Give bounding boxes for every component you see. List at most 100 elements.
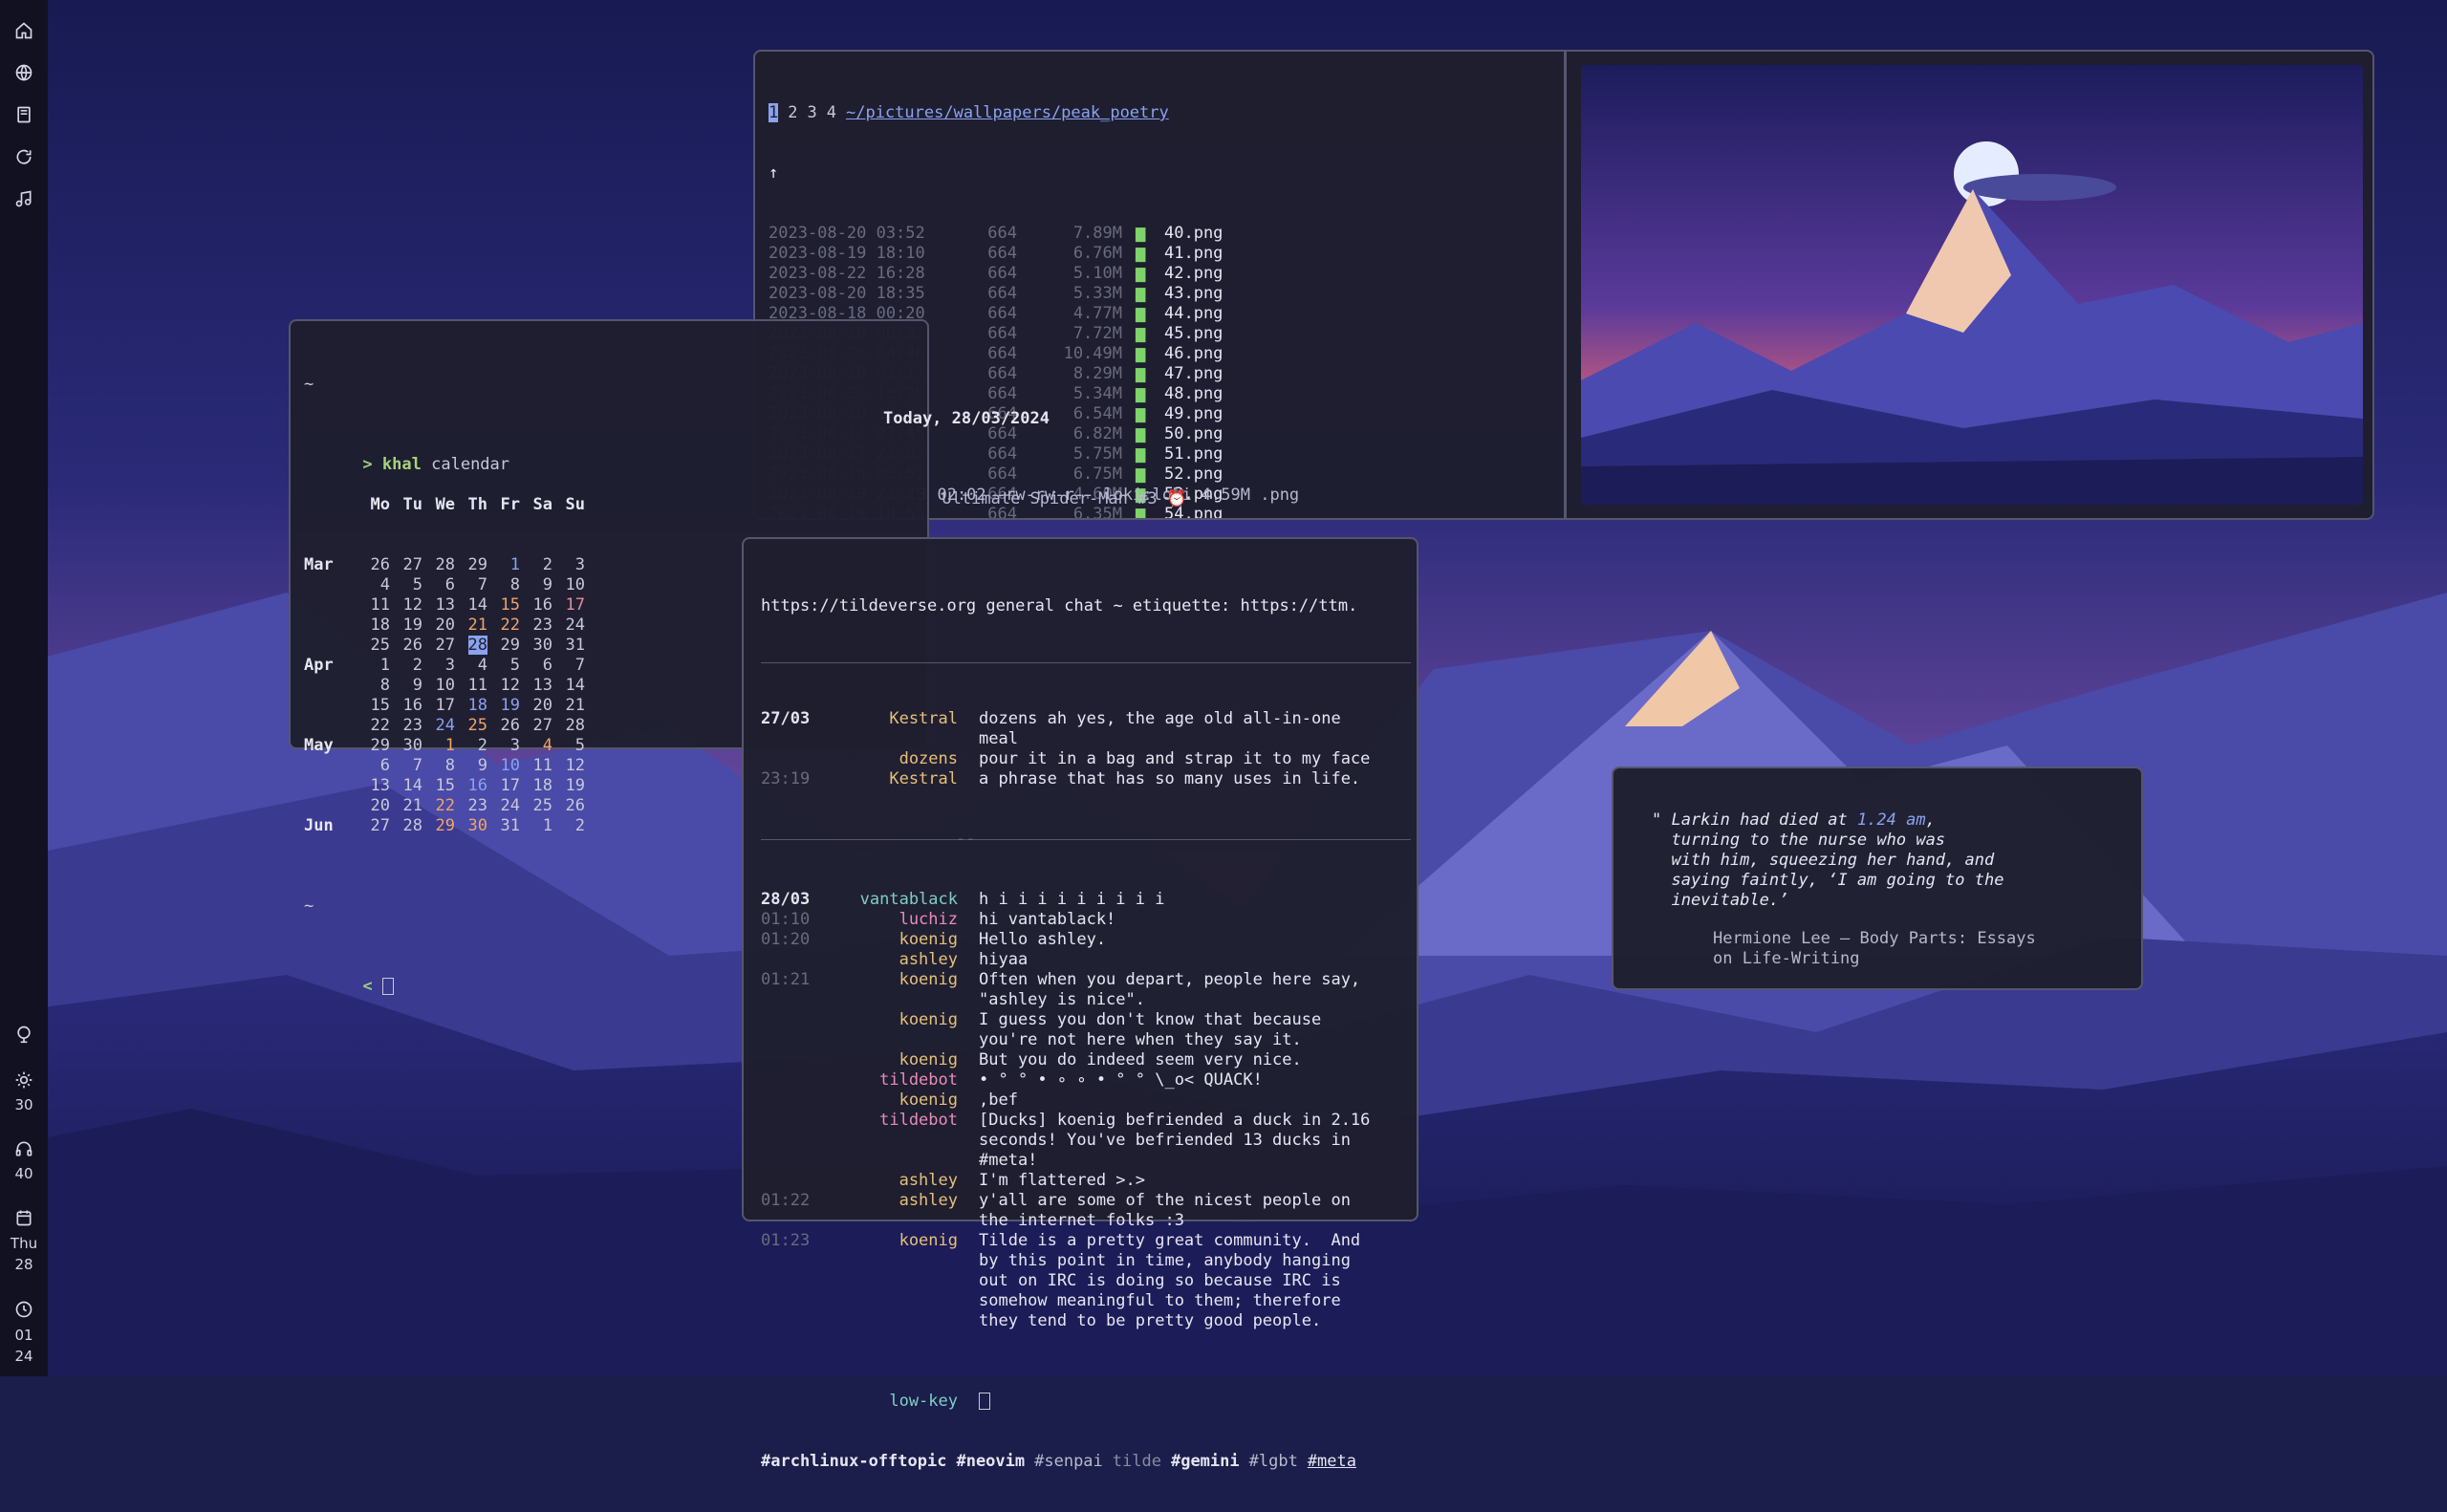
calendar-day[interactable]: 31	[552, 636, 585, 656]
calendar-day[interactable]: 10	[552, 575, 585, 595]
book-icon[interactable]	[12, 103, 35, 126]
calendar-day[interactable]: 3	[487, 736, 520, 756]
home-icon[interactable]	[12, 19, 35, 42]
brightness-icon[interactable]	[12, 1069, 35, 1091]
calendar-day[interactable]: 22	[422, 796, 455, 816]
calendar-day[interactable]: 29	[487, 636, 520, 656]
calendar-day[interactable]: 23	[390, 716, 422, 736]
calendar-day[interactable]: 13	[357, 776, 390, 796]
irc-chat-window[interactable]: https://tildeverse.org general chat ~ et…	[742, 537, 1418, 1471]
calendar-day[interactable]: 3	[552, 555, 585, 575]
calendar-day[interactable]: 29	[422, 816, 455, 836]
calendar-day[interactable]: 9	[520, 575, 552, 595]
calendar-day[interactable]: 7	[455, 575, 487, 595]
calendar-day[interactable]: 5	[390, 575, 422, 595]
calendar-day[interactable]: 2	[390, 656, 422, 676]
calendar-day[interactable]: 12	[552, 756, 585, 776]
command-line-2[interactable]: <	[304, 957, 585, 996]
calendar-day[interactable]: 1	[357, 656, 390, 676]
calendar-day[interactable]: 7	[390, 756, 422, 776]
message-nick[interactable]: dozens	[837, 749, 958, 769]
calendar-day[interactable]: 1	[520, 816, 552, 836]
message-nick[interactable]: tildebot	[837, 1070, 958, 1091]
refresh-icon[interactable]	[12, 145, 35, 168]
file-row[interactable]: 2023-08-19 18:10 664 6.76M ▆ 41.png	[769, 244, 1533, 264]
calendar-day[interactable]: 4	[357, 575, 390, 595]
calendar-day[interactable]: 16	[390, 696, 422, 716]
calendar-day[interactable]: 19	[487, 696, 520, 716]
tab-2[interactable]: 2	[788, 103, 797, 122]
calendar-day[interactable]: 18	[520, 776, 552, 796]
calendar-day[interactable]: 11	[455, 676, 487, 696]
calendar-day[interactable]: 16	[520, 595, 552, 616]
message-nick[interactable]: ashley	[837, 950, 958, 970]
calendar-day[interactable]: 10	[422, 676, 455, 696]
calendar-day[interactable]: 20	[357, 796, 390, 816]
calendar-day[interactable]: 21	[390, 796, 422, 816]
calendar-day[interactable]: 14	[552, 676, 585, 696]
channel-tab[interactable]: #archlinux-offtopic	[761, 1452, 946, 1471]
headphones-icon[interactable]	[12, 1137, 35, 1160]
message-input[interactable]	[979, 1392, 1411, 1412]
message-nick[interactable]: vantablack	[837, 890, 958, 910]
channel-tab[interactable]: tilde	[1113, 1452, 1161, 1471]
calendar-day[interactable]: 19	[390, 616, 422, 636]
calendar-day[interactable]: 15	[357, 696, 390, 716]
message-nick[interactable]: ashley	[837, 1191, 958, 1231]
network-icon[interactable]	[12, 1023, 35, 1046]
channel-tab[interactable]: #lgbt	[1249, 1452, 1298, 1471]
globe-icon[interactable]	[12, 61, 35, 84]
calendar-icon[interactable]	[12, 1206, 35, 1229]
calendar-day[interactable]: 9	[390, 676, 422, 696]
calendar-day[interactable]: 28	[390, 816, 422, 836]
calendar-day[interactable]: 24	[422, 716, 455, 736]
calendar-day[interactable]: 17	[422, 696, 455, 716]
file-row[interactable]: 2023-08-20 18:35 664 5.33M ▆ 43.png	[769, 284, 1533, 304]
message-nick[interactable]: Kestral	[837, 769, 958, 789]
calendar-day[interactable]: 25	[520, 796, 552, 816]
calendar-day[interactable]: 18	[357, 616, 390, 636]
calendar-day[interactable]: 21	[552, 696, 585, 716]
calendar-day[interactable]: 11	[520, 756, 552, 776]
file-row[interactable]: 2023-08-22 16:28 664 5.10M ▆ 42.png	[769, 264, 1533, 284]
calendar-day[interactable]: 12	[487, 676, 520, 696]
calendar-day[interactable]: 2	[520, 555, 552, 575]
calendar-day[interactable]: 20	[422, 616, 455, 636]
calendar-day[interactable]: 28	[552, 716, 585, 736]
file-row[interactable]: 2023-08-20 03:52 664 7.89M ▆ 40.png	[769, 224, 1533, 244]
calendar-day[interactable]: 29	[357, 736, 390, 756]
current-path[interactable]: ~/pictures/wallpapers/peak_poetry	[846, 103, 1169, 123]
calendar-day[interactable]: 19	[552, 776, 585, 796]
channel-tab[interactable]: #senpai	[1034, 1452, 1103, 1471]
calendar-day[interactable]: 27	[357, 816, 390, 836]
message-nick[interactable]: koenig	[837, 1091, 958, 1111]
calendar-day[interactable]: 23	[455, 796, 487, 816]
calendar-day[interactable]: 14	[390, 776, 422, 796]
calendar-day[interactable]: 10	[487, 756, 520, 776]
calendar-day[interactable]: 3	[422, 656, 455, 676]
calendar-day[interactable]: 6	[357, 756, 390, 776]
message-nick[interactable]: koenig	[837, 930, 958, 950]
message-nick[interactable]: koenig	[837, 1050, 958, 1070]
calendar-day[interactable]: 26	[390, 636, 422, 656]
calendar-day[interactable]: 13	[520, 676, 552, 696]
calendar-day[interactable]: 30	[455, 816, 487, 836]
tab-3[interactable]: 3	[808, 103, 817, 122]
calendar-day[interactable]: 4	[520, 736, 552, 756]
calendar-day[interactable]: 6	[520, 656, 552, 676]
message-nick[interactable]: ashley	[837, 1171, 958, 1191]
calendar-day[interactable]: 24	[487, 796, 520, 816]
message-nick[interactable]: koenig	[837, 1010, 958, 1050]
calendar-day[interactable]: 8	[487, 575, 520, 595]
message-nick[interactable]: tildebot	[837, 1111, 958, 1171]
calendar-day[interactable]: 22	[487, 616, 520, 636]
calendar-day[interactable]: 26	[552, 796, 585, 816]
calendar-day[interactable]: 26	[487, 716, 520, 736]
calendar-day[interactable]: 7	[552, 656, 585, 676]
calendar-day[interactable]: 8	[422, 756, 455, 776]
calendar-day[interactable]: 28	[422, 555, 455, 575]
calendar-day[interactable]: 18	[455, 696, 487, 716]
calendar-day[interactable]: 29	[455, 555, 487, 575]
calendar-day[interactable]: 25	[357, 636, 390, 656]
calendar-day[interactable]: 1	[422, 736, 455, 756]
